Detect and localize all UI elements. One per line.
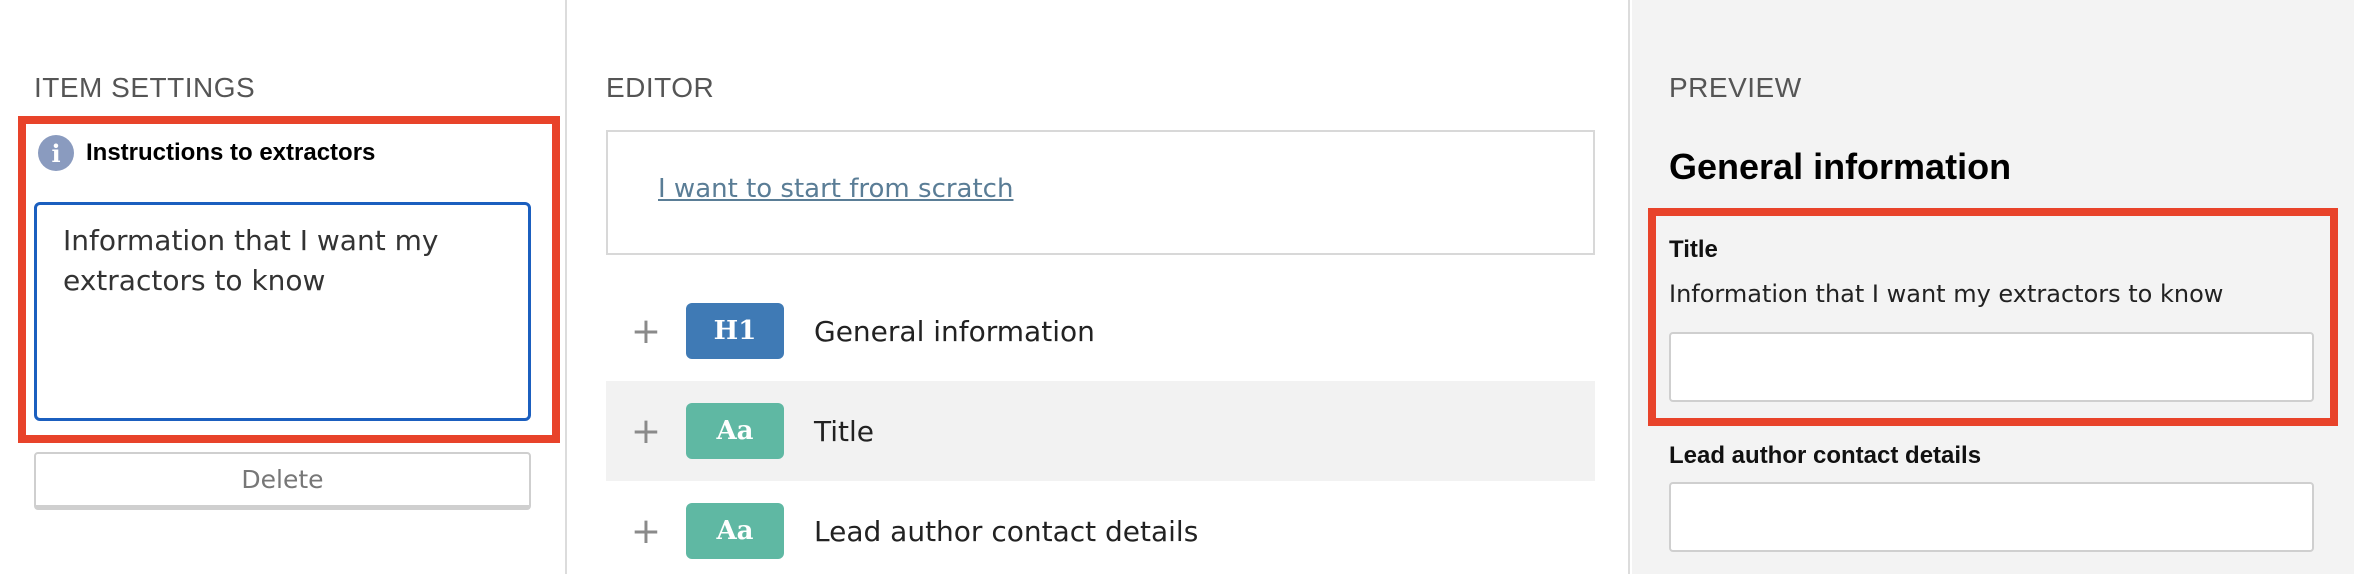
instructions-label: Instructions to extractors (86, 139, 376, 166)
preview-lead-author-input[interactable] (1669, 482, 2314, 552)
preview-title: General information (1669, 146, 2012, 187)
info-icon[interactable]: i (38, 135, 74, 171)
preview-panel: PREVIEW General information Title Inform… (1632, 0, 2354, 574)
text-type-icon: Aa (686, 503, 784, 559)
instructions-textarea[interactable]: Information that I want my extractors to… (34, 202, 531, 421)
item-settings-panel: ITEM SETTINGS i Instructions to extracto… (0, 0, 567, 574)
editor-row-general-information[interactable]: + H1 General information (606, 281, 1595, 381)
editor-row-lead-author[interactable]: + Aa Lead author contact details (606, 481, 1595, 574)
editor-panel: EDITOR I want to start from scratch + H1… (569, 0, 1630, 574)
add-icon[interactable]: + (606, 411, 686, 452)
start-from-scratch-link[interactable]: I want to start from scratch (658, 174, 1013, 204)
preview-heading: PREVIEW (1669, 72, 1802, 103)
editor-heading: EDITOR (606, 72, 715, 103)
add-icon[interactable]: + (606, 311, 686, 352)
text-type-icon: Aa (686, 403, 784, 459)
editor-row-label: Title (814, 414, 875, 448)
delete-button[interactable]: Delete (34, 452, 531, 510)
heading-type-icon: H1 (686, 303, 784, 359)
preview-field-help: Information that I want my extractors to… (1669, 280, 2224, 308)
preview-field-label: Title (1669, 236, 1718, 263)
start-from-scratch-box: I want to start from scratch (606, 130, 1595, 255)
editor-row-label: Lead author contact details (814, 514, 1199, 548)
editor-row-title[interactable]: + Aa Title (606, 381, 1595, 481)
preview-field-label: Lead author contact details (1669, 442, 1982, 469)
add-icon[interactable]: + (606, 511, 686, 552)
item-settings-heading: ITEM SETTINGS (34, 72, 256, 103)
editor-row-label: General information (814, 314, 1095, 348)
preview-title-input[interactable] (1669, 332, 2314, 402)
instructions-label-row: i Instructions to extractors (38, 135, 375, 171)
